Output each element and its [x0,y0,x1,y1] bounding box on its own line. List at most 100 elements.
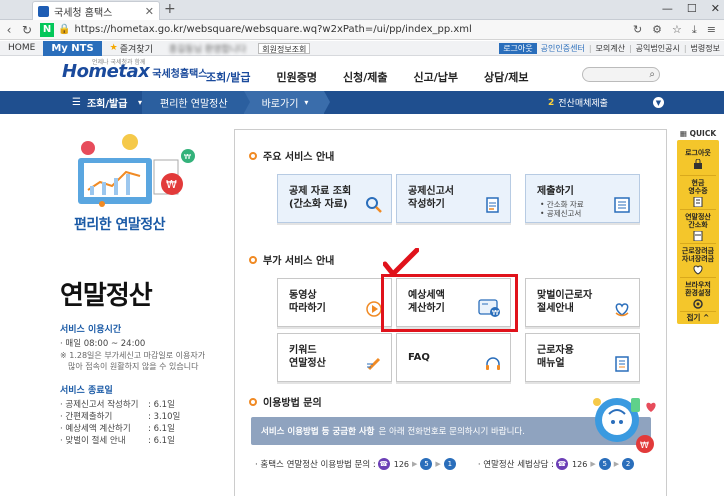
browser-urlbar: ‹ ↻ N 🔒 https://hometax.go.kr/websquare/… [0,20,724,40]
law-info-link[interactable]: 법령정보 [691,43,720,54]
nav-item-certificate[interactable]: 민원증명 [277,69,317,85]
phone-consult-illustration: ₩ [593,398,656,453]
quick-menu-collapse[interactable]: 접기 ^ [680,312,716,324]
lock-icon: 🔒 [58,24,71,35]
svg-text:₩: ₩ [640,441,649,451]
shortcut-dropdown[interactable]: 바로가기 ▾ [243,91,331,114]
phone-1-number: 126 [393,459,410,469]
pencil-icon [367,357,381,371]
quick-cash-receipt[interactable]: 현금 영수증 [680,176,716,210]
member-info-button[interactable]: 회원정보조회 [258,42,311,54]
card-label: 근로자용 매뉴얼 [537,345,574,369]
submit-card[interactable]: 제출하기 • 간소화 자료 • 공제신고서 [525,174,640,223]
logo-sub-text: 국세청홈택스 [152,69,208,80]
quick-menu: ▦ QUICK 로그아웃 현금 영수증 연말정산 간소화 근로장려금 자녀장려금… [677,129,719,324]
batch-submit-link[interactable]: 2 전산매체제출 [548,91,608,114]
phone-inquiry-row: · 홈택스 연말정산 이용방법 문의 : ☎ 126 ▶ 5 ▶ 1 · 연말정… [255,458,636,470]
close-icon[interactable]: ✕ [145,5,154,18]
home-link[interactable]: HOME [0,41,43,56]
breadcrumb-label: 편리한 연말정산 [160,99,228,110]
site-header: 언제나 국세청과 함께 Hometax 국세청홈택스 조회/발급 민원증명 신청… [0,57,724,91]
heart-icon [693,264,703,275]
banner-bold-text: 서비스 이용방법 등 궁금한 사항 [261,427,375,437]
quick-menu-title: ▦ QUICK [679,129,717,138]
location-bar: ☰ 조회/발급 ▾ 편리한 연말정산 바로가기 ▾ 2 전산매체제출 ▼ [0,91,724,114]
settings-icon[interactable]: ⚙ [652,23,662,37]
document-icon [693,230,703,241]
bullet-icon [249,151,257,160]
gear-icon [693,298,703,309]
close-window-icon[interactable]: ✕ [711,2,720,15]
nav-item-report[interactable]: 신고/납부 [413,69,458,85]
mock-calc-link[interactable]: 모의계산 [596,43,625,54]
shortcut-label: 바로가기 [261,99,299,110]
url-input[interactable]: https://hometax.go.kr/websquare/websquar… [74,24,632,35]
back-icon[interactable]: ‹ [0,23,18,37]
minimize-icon[interactable]: — [662,2,673,15]
faq-card[interactable]: FAQ [396,333,511,382]
reload-icon[interactable]: ↻ [633,23,642,37]
breadcrumb-yearend[interactable]: 편리한 연말정산 [142,91,250,114]
lock-icon [694,158,702,169]
bullet-icon [249,255,257,264]
svg-text:₩: ₩ [166,178,177,191]
card-label: 공제 자료 조회 (간소화 자료) [289,186,352,210]
nav-item-apply[interactable]: 신청/제출 [343,69,388,85]
browser-tab[interactable]: 국세청 홈택스 ✕ [32,1,160,20]
cert-center-link[interactable]: 공인인증센터 [541,43,585,54]
refresh-icon[interactable]: ↻ [18,23,36,37]
step-badge: 2 [622,458,635,470]
service-hours-note-2: 많아 접속이 원활하지 않을 수 있습니다 [68,362,199,371]
search-icon[interactable]: ⌕ [649,69,655,80]
batch-label: 전산매체제출 [558,99,608,109]
main-nav: 조회/발급 민원증명 신청/제출 신고/납부 상담/제보 [206,69,554,85]
document-list-icon [614,197,630,213]
quick-menu-body: 로그아웃 현금 영수증 연말정산 간소화 근로장려금 자녀장려금 브라우저 환경… [677,140,719,324]
deduction-data-lookup-card[interactable]: 공제 자료 조회 (간소화 자료) [277,174,392,223]
logout-button[interactable]: 로그아웃 [499,43,537,54]
worker-manual-card[interactable]: 근로자용 매뉴얼 [525,333,640,382]
end-item-value: : 3.10일 [148,412,181,422]
card-label: FAQ [408,352,430,363]
topbar-right: 로그아웃 공인인증센터 | 모의계산 | 공익법인공시 | 법령정보 [499,41,720,56]
card-label: 공제신고서 작성하기 [408,186,454,210]
naver-icon[interactable]: N [40,22,54,37]
quick-logout[interactable]: 로그아웃 [680,142,716,176]
deduction-form-write-card[interactable]: 공제신고서 작성하기 [396,174,511,223]
card-sublabel: • 간소화 자료 • 공제신고서 [540,200,584,218]
dual-income-tax-card[interactable]: 맞벌이근로자 절세안내 [525,278,640,327]
download-icon[interactable]: ⤓ [692,23,697,37]
step-badge: 1 [443,458,456,470]
search-input[interactable]: ⌕ [582,67,660,82]
new-tab-icon[interactable]: + [164,1,176,17]
dropdown-arrow-icon: ▾ [304,98,309,107]
hometax-logo[interactable]: 언제나 국세청과 함께 Hometax 국세청홈택스 [62,59,208,82]
browser-tabbar: 국세청 홈택스 ✕ + — ☐ ✕ [0,0,724,20]
tab-title: 국세청 홈택스 [54,7,113,19]
card-label: 키워드 연말정산 [289,345,326,369]
quick-earned-income-credit[interactable]: 근로장려금 자녀장려금 [680,244,716,278]
favorites-link[interactable]: ★ 즐겨찾기 [102,41,161,56]
page-title: 연말정산 [60,281,153,311]
star-icon[interactable]: ☆ [672,23,682,37]
my-nts-link[interactable]: My NTS [43,40,102,56]
maximize-icon[interactable]: ☐ [687,2,697,15]
nav-item-consult[interactable]: 상담/제보 [484,69,529,85]
menu-icon[interactable]: ≡ [707,23,716,37]
svg-text:₩: ₩ [184,153,191,161]
quick-browser-settings[interactable]: 브라우저 환경설정 [680,278,716,312]
banner-text: 은 아래 전화번호로 문의하시기 바랍니다. [378,427,525,437]
main-services-heading: 주요 서비스 안내 [249,148,334,163]
video-tutorial-card[interactable]: 동영상 따라하기 [277,278,392,327]
keyword-yearend-card[interactable]: 키워드 연말정산 [277,333,392,382]
public-notice-link[interactable]: 공익법인공시 [636,43,680,54]
chevron-down-icon[interactable]: ▼ [653,97,664,108]
quick-yearend-simple[interactable]: 연말정산 간소화 [680,210,716,244]
batch-number: 2 [548,97,555,108]
service-hours-text: · 매일 08:00 ~ 24:00 [60,339,146,349]
category-dropdown[interactable]: ☰ 조회/발급 ▾ [0,91,142,114]
nav-item-lookup[interactable]: 조회/발급 [206,69,251,85]
star-icon: ★ [109,43,118,53]
bullet-icon [249,397,257,406]
grid-icon: ▦ [679,129,687,138]
